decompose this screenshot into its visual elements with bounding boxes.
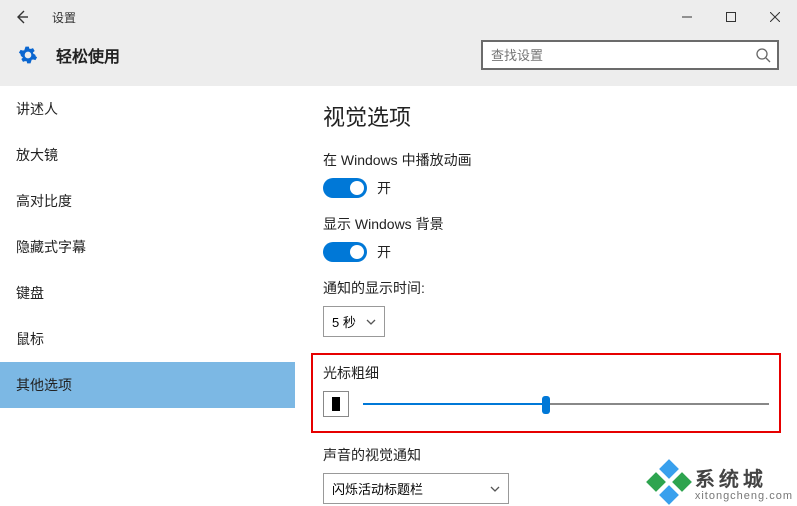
page-heading: 视觉选项 [323, 100, 769, 132]
sidebar-item-keyboard[interactable]: 键盘 [0, 270, 295, 316]
sidebar-item-other-options[interactable]: 其他选项 [0, 362, 295, 408]
watermark-logo [649, 462, 689, 502]
toggle-track [323, 178, 367, 198]
chevron-down-icon [490, 484, 500, 494]
group-play-animations: 在 Windows 中播放动画 开 [323, 150, 769, 198]
sidebar-item-label: 高对比度 [16, 191, 72, 211]
select-value: 闪烁活动标题栏 [332, 479, 423, 498]
diamond-icon [659, 459, 679, 479]
cursor-preview-bar [332, 397, 340, 411]
select-notification-duration[interactable]: 5 秒 [323, 306, 385, 337]
diamond-icon [672, 472, 692, 492]
sidebar-item-label: 其他选项 [16, 375, 72, 395]
toggle-state: 开 [377, 178, 391, 198]
toggle-state: 开 [377, 242, 391, 262]
back-button[interactable] [8, 3, 36, 31]
sidebar-item-narrator[interactable]: 讲述人 [0, 86, 295, 132]
category-title: 轻松使用 [56, 43, 120, 67]
sidebar-item-closed-captions[interactable]: 隐藏式字幕 [0, 224, 295, 270]
minimize-button[interactable] [665, 0, 709, 34]
select-value: 5 秒 [332, 312, 356, 331]
search-box[interactable] [481, 40, 779, 70]
body: 讲述人 放大镜 高对比度 隐藏式字幕 键盘 鼠标 其他选项 视觉选项 在 Win… [0, 86, 797, 506]
sidebar-item-label: 隐藏式字幕 [16, 237, 86, 257]
sidebar-item-label: 放大镜 [16, 145, 58, 165]
arrow-left-icon [14, 9, 30, 25]
sidebar: 讲述人 放大镜 高对比度 隐藏式字幕 键盘 鼠标 其他选项 [0, 86, 295, 506]
minimize-icon [682, 12, 692, 22]
slider-cursor-thickness[interactable] [363, 392, 769, 416]
gear-icon [18, 45, 38, 65]
watermark-domain: xitongcheng.com [695, 490, 793, 502]
toggle-thumb [350, 181, 364, 195]
toggle-thumb [350, 245, 364, 259]
label-play-animations: 在 Windows 中播放动画 [323, 150, 769, 170]
sidebar-item-label: 讲述人 [16, 99, 58, 119]
header: 轻松使用 [0, 34, 797, 86]
watermark-brand: 系统城 [695, 463, 793, 492]
search-input[interactable] [491, 48, 755, 63]
window-controls [665, 0, 797, 34]
chevron-down-icon [366, 317, 376, 327]
titlebar: 设置 [0, 0, 797, 34]
label-show-background: 显示 Windows 背景 [323, 214, 769, 234]
slider-fill [363, 403, 546, 405]
highlight-cursor-thickness: 光标粗细 [311, 353, 781, 433]
maximize-icon [726, 12, 736, 22]
cursor-thickness-row [323, 391, 769, 417]
toggle-play-animations[interactable]: 开 [323, 178, 769, 198]
sidebar-item-high-contrast[interactable]: 高对比度 [0, 178, 295, 224]
sidebar-item-magnifier[interactable]: 放大镜 [0, 132, 295, 178]
close-icon [770, 12, 780, 22]
watermark-text: 系统城 xitongcheng.com [695, 463, 793, 502]
slider-knob[interactable] [542, 396, 550, 414]
maximize-button[interactable] [709, 0, 753, 34]
sidebar-item-label: 键盘 [16, 283, 44, 303]
group-notification-duration: 通知的显示时间: 5 秒 [323, 278, 769, 337]
watermark: 系统城 xitongcheng.com [649, 462, 793, 502]
window-title: 设置 [52, 9, 76, 26]
label-cursor-thickness: 光标粗细 [323, 363, 769, 383]
diamond-icon [646, 472, 666, 492]
content: 视觉选项 在 Windows 中播放动画 开 显示 Windows 背景 开 通… [295, 86, 797, 506]
select-sound-visual[interactable]: 闪烁活动标题栏 [323, 473, 509, 504]
label-notification-duration: 通知的显示时间: [323, 278, 769, 298]
group-show-background: 显示 Windows 背景 开 [323, 214, 769, 262]
search-icon [755, 47, 771, 63]
toggle-track [323, 242, 367, 262]
sidebar-item-label: 鼠标 [16, 329, 44, 349]
diamond-icon [659, 485, 679, 505]
toggle-show-background[interactable]: 开 [323, 242, 769, 262]
sidebar-item-mouse[interactable]: 鼠标 [0, 316, 295, 362]
close-button[interactable] [753, 0, 797, 34]
cursor-preview [323, 391, 349, 417]
